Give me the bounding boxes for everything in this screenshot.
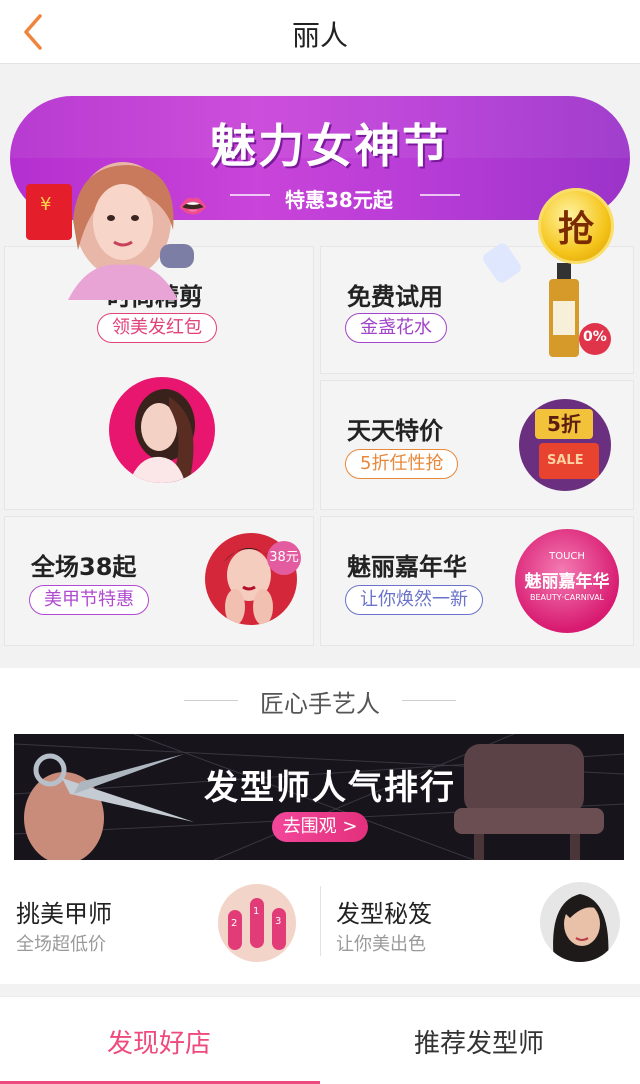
card-tag: 让你焕然一新 bbox=[345, 585, 483, 615]
tab-discover-stores[interactable]: 发现好店 bbox=[107, 1023, 211, 1060]
entry-subtitle: 让你美出色 bbox=[336, 934, 426, 955]
carnival-logo: TOUCH 魅丽嘉年华 BEAUTY·CARNIVAL bbox=[515, 529, 619, 633]
divider-line bbox=[230, 194, 270, 196]
entry-title: 挑美甲师 bbox=[16, 900, 112, 928]
nail-art-image: 2 1 3 bbox=[218, 884, 296, 962]
nail-artist-entry[interactable]: 挑美甲师 全场超低价 2 1 3 bbox=[0, 874, 320, 970]
store-tab-bar: 发现好店 推荐发型师 bbox=[0, 996, 640, 1084]
carnival-logo-text: 魅丽嘉年华 bbox=[524, 572, 610, 592]
sale-badge-image: 5折 SALE bbox=[519, 399, 611, 491]
card-title: 全场38起 bbox=[31, 553, 137, 581]
price-badge: 38元 bbox=[267, 541, 301, 575]
card-daily-deal[interactable]: 天天特价 5折任性抢 5折 SALE bbox=[320, 380, 634, 510]
page-title: 丽人 bbox=[291, 19, 348, 52]
ranking-title: 发型师人气排行 bbox=[204, 768, 456, 808]
toner-bottle-image bbox=[549, 263, 611, 357]
card-title: 天天特价 bbox=[347, 417, 443, 445]
card-nail-deal[interactable]: 全场38起 美甲节特惠 38元 bbox=[4, 516, 314, 646]
carnival-logo-sub: BEAUTY·CARNIVAL bbox=[529, 593, 605, 602]
svg-text:2: 2 bbox=[231, 918, 237, 929]
lips-icon: 👄 bbox=[178, 192, 208, 220]
card-beauty-carnival[interactable]: 魅丽嘉年华 让你焕然一新 TOUCH 魅丽嘉年华 BEAUTY·CARNIVAL bbox=[320, 516, 634, 646]
card-tag: 金盏花水 bbox=[345, 313, 447, 343]
hair-tips-entry[interactable]: 发型秘笈 让你美出色 bbox=[320, 874, 640, 970]
top-nav-bar: 丽人 bbox=[0, 0, 640, 64]
tab-recommended-stylists[interactable]: 推荐发型师 bbox=[414, 1023, 544, 1060]
craftsman-section: 匠心手艺人 发型师人气排行 去围观 > 挑美甲师 全场超低价 2 1 3 发型秘… bbox=[0, 668, 640, 984]
divider-line bbox=[420, 194, 460, 196]
carnival-logo-top: TOUCH bbox=[549, 551, 585, 562]
card-free-trial[interactable]: 免费试用 金盏花水 0% bbox=[320, 246, 634, 374]
card-title: 魅丽嘉年华 bbox=[347, 553, 467, 581]
promo-banner[interactable]: 👄 魅力女神节 特惠38元起 抢 bbox=[0, 76, 640, 300]
section-title: 匠心手艺人 bbox=[260, 690, 380, 718]
entry-subtitle: 全场超低价 bbox=[16, 934, 106, 955]
svg-text:3: 3 bbox=[275, 916, 281, 927]
card-tag: 领美发红包 bbox=[97, 313, 217, 343]
stylist-ranking-banner[interactable]: 发型师人气排行 去围观 > bbox=[14, 734, 624, 860]
hair-model-image bbox=[540, 882, 620, 962]
view-ranking-button[interactable]: 去围观 > bbox=[272, 812, 368, 842]
half-price-badge: 5折 bbox=[535, 409, 593, 439]
hair-model-photo bbox=[109, 377, 215, 483]
svg-text:1: 1 bbox=[253, 906, 259, 917]
sale-label: SALE bbox=[547, 453, 584, 468]
promo-title: 魅力女神节 bbox=[210, 119, 450, 173]
red-envelope-icon bbox=[26, 184, 72, 240]
divider-line bbox=[402, 700, 456, 701]
card-tag: 5折任性抢 bbox=[345, 449, 459, 479]
grab-coin-button[interactable]: 抢 bbox=[538, 188, 614, 264]
card-tag: 美甲节特惠 bbox=[29, 585, 149, 615]
entry-title: 发型秘笈 bbox=[336, 900, 432, 928]
card-title: 免费试用 bbox=[347, 283, 443, 311]
promo-subtitle: 特惠38元起 bbox=[285, 188, 393, 212]
zero-percent-badge: 0% bbox=[583, 329, 607, 345]
